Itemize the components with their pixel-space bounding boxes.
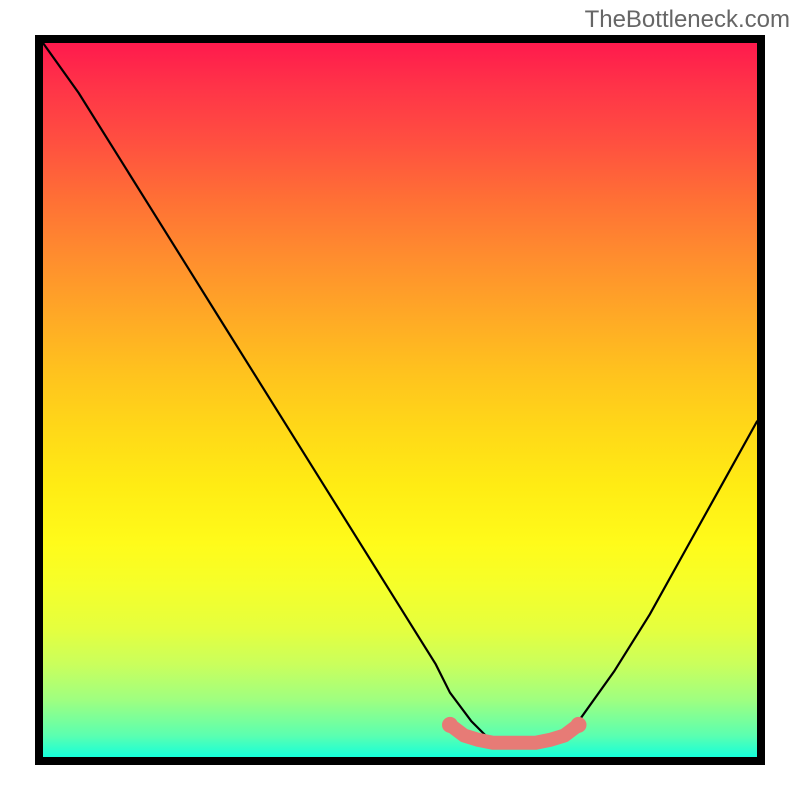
plot-area: [43, 43, 757, 757]
highlight-end-dot: [442, 717, 458, 733]
plot-frame: [35, 35, 765, 765]
highlight-path: [450, 725, 579, 743]
curve-layer: [43, 43, 757, 757]
chart-root: TheBottleneck.com: [0, 0, 800, 800]
bottleneck-curve: [43, 43, 757, 743]
watermark-text: TheBottleneck.com: [585, 6, 790, 34]
highlight-end-dot: [571, 717, 587, 733]
highlight-band: [442, 717, 587, 743]
